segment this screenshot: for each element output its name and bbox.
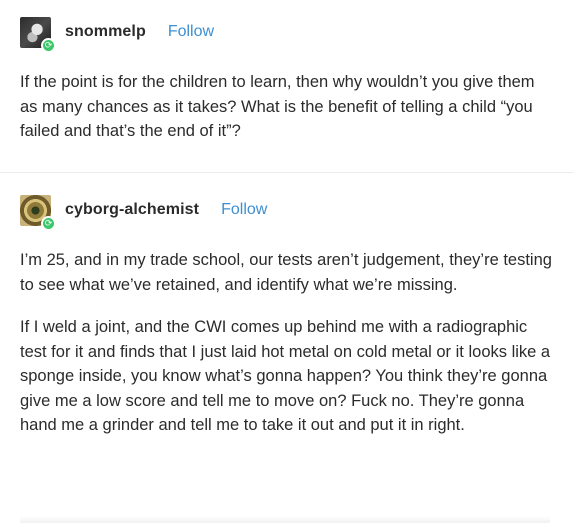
post-cyborg-alchemist: ⟳ cyborg-alchemist Follow I’m 25, and in… (0, 192, 574, 438)
divider (0, 172, 574, 173)
avatar[interactable]: ⟳ (20, 194, 56, 231)
reblog-icon: ⟳ (41, 215, 56, 231)
post-text: If the point is for the children to lear… (20, 73, 535, 140)
reblog-icon: ⟳ (41, 37, 56, 53)
username[interactable]: cyborg-alchemist (65, 201, 199, 219)
follow-button[interactable]: Follow (221, 201, 267, 219)
post-snommelp: ⟳ snommelp Follow If the point is for th… (0, 14, 574, 144)
post-text: I’m 25, and in my trade school, our test… (20, 251, 552, 294)
avatar[interactable]: ⟳ (20, 16, 56, 53)
username[interactable]: snommelp (65, 23, 146, 41)
post-header: ⟳ snommelp Follow (20, 14, 556, 53)
cut-off-text (20, 516, 550, 523)
post-header: ⟳ cyborg-alchemist Follow (20, 192, 556, 231)
post-text: If I weld a joint, and the CWI comes up … (20, 318, 551, 434)
follow-button[interactable]: Follow (168, 23, 214, 41)
